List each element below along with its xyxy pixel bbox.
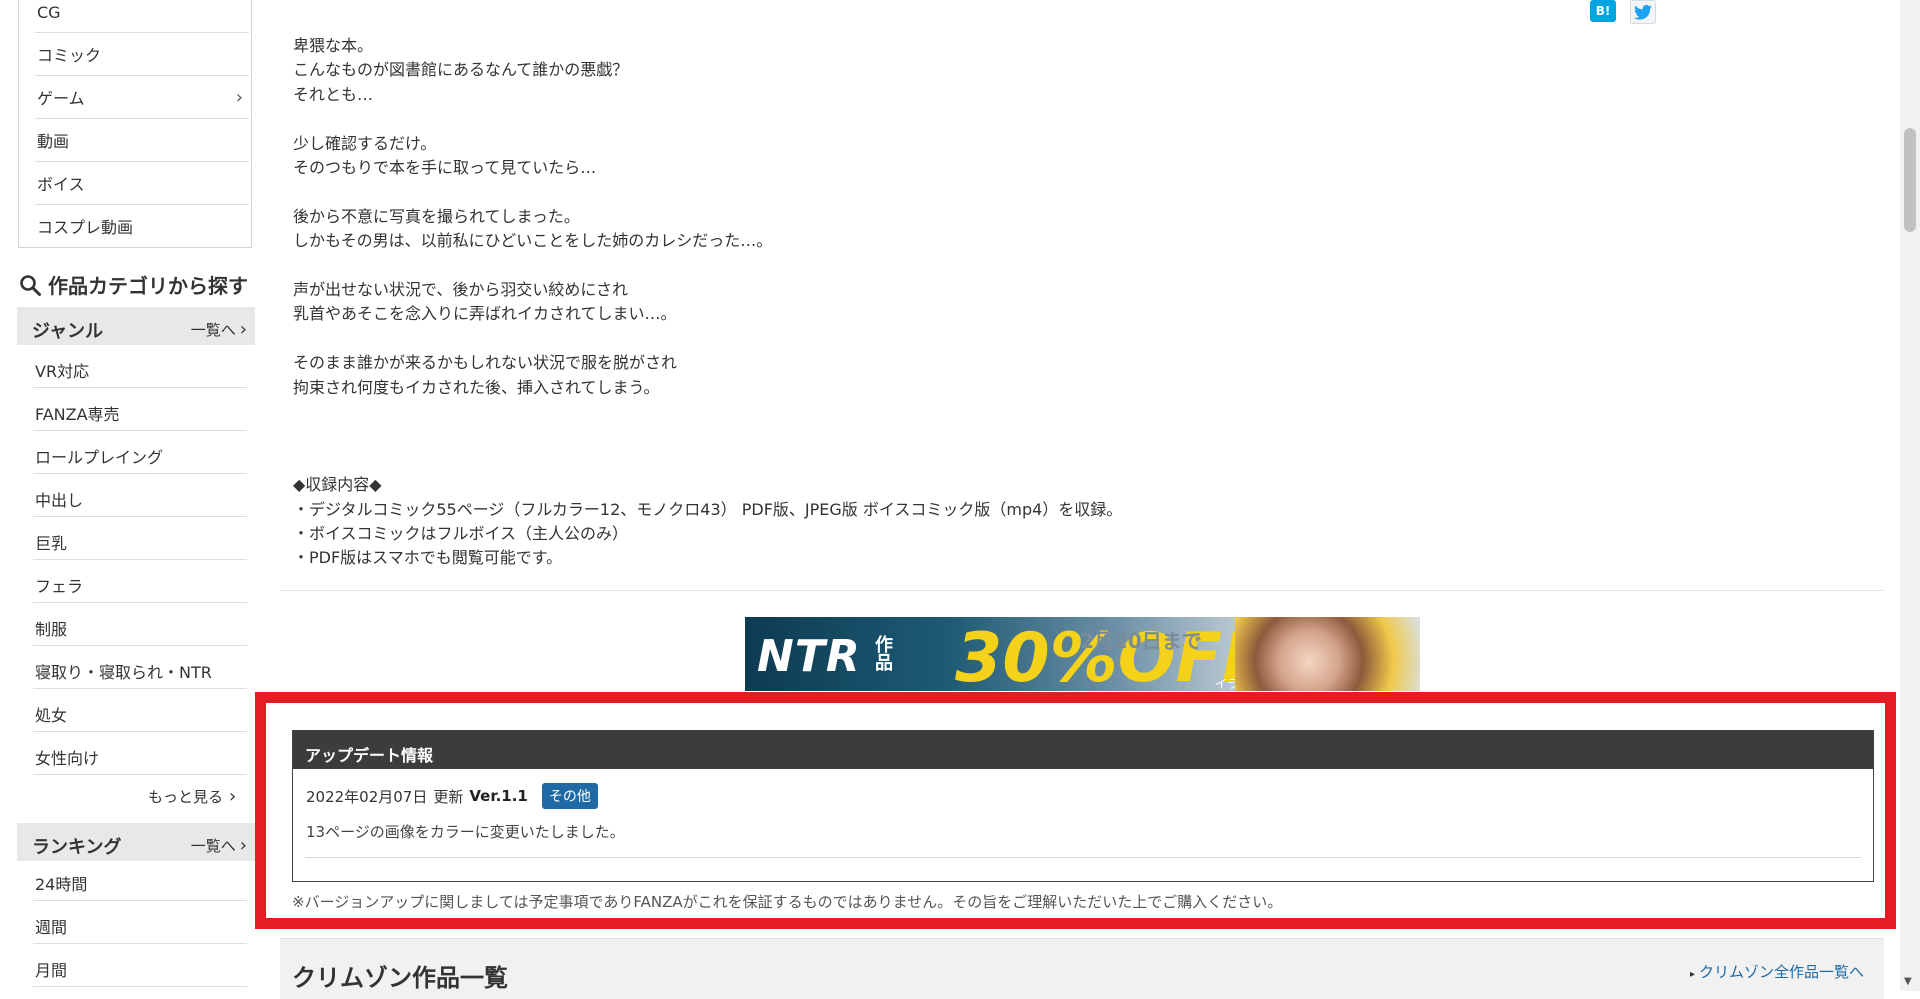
works-list-title: クリムゾン作品一覧 <box>292 964 508 992</box>
description-line: 拘束され何度もイカされた後、挿入されてしまう。 <box>293 377 660 397</box>
banner-illustration <box>1235 617 1420 691</box>
search-icon <box>20 274 41 296</box>
update-info-box: アップデート情報 2022年02月07日 更新 Ver.1.1 その他 13ペー… <box>292 730 1874 882</box>
genre-item[interactable]: 処女 <box>33 689 247 732</box>
divider <box>305 857 1861 858</box>
description-line: ・デジタルコミック55ページ（フルカラー12、モノクロ43） PDF版、JPEG… <box>293 499 1123 519</box>
chevron-right-icon: › <box>239 835 247 856</box>
ranking-header: ランキング 一覧へ › <box>17 823 255 861</box>
description-line: 少し確認するだけ。 <box>293 133 437 153</box>
genre-item[interactable]: 巨乳 <box>33 517 247 560</box>
genre-item[interactable]: 寝取り・寝取られ・NTR <box>33 646 247 689</box>
genre-item[interactable]: ロールプレイング <box>33 431 247 474</box>
twitter-icon[interactable] <box>1630 0 1656 24</box>
scrollbar-thumb[interactable] <box>1904 128 1916 232</box>
banner-sub-text: 作品 <box>872 635 893 671</box>
all-works-link-label: クリムゾン全作品一覧へ <box>1698 963 1864 981</box>
genre-item[interactable]: VR対応 <box>33 345 247 388</box>
description-line: 乳首やあそこを念入りに弄ばれイカされてしまい…。 <box>293 304 677 324</box>
description-line: こんなものが図書館にあるなんて誰かの悪戯？ <box>293 60 629 80</box>
genre-list: VR対応 FANZA専売 ロールプレイング 中出し 巨乳 フェラ 制服 寝取り・寝取られ・NT… <box>17 345 251 775</box>
floor-menu-item-label: 動画 <box>37 132 70 151</box>
update-tag: その他 <box>541 783 598 809</box>
genre-header: ジャンル 一覧へ › <box>17 307 255 345</box>
description-line: そのまま誰かが来るかもしれない状況で服を脱がされ <box>293 353 678 373</box>
update-label: 更新 <box>433 787 464 806</box>
floor-menu: CG コミックゲーム › 動画ボイスコスプレ動画 <box>18 0 252 248</box>
genre-item[interactable]: 女性向け <box>33 732 247 775</box>
floor-menu-item-label: CG <box>37 3 61 22</box>
works-list-header: クリムゾン作品一覧 ▸ クリムゾン全作品一覧へ <box>280 938 1884 999</box>
category-heading-text: 作品カテゴリから探す <box>48 274 248 298</box>
genre-item[interactable]: FANZA専売 <box>33 388 247 431</box>
ranking-list-link[interactable]: 一覧へ › <box>191 835 247 856</box>
floor-menu-item[interactable]: ゲーム › <box>35 76 249 119</box>
triangle-right-icon: ▸ <box>1689 969 1695 980</box>
floor-menu-item-label: ボイス <box>37 175 85 194</box>
update-date: 2022年02月07日 <box>306 787 428 806</box>
description-line: そのつもりで本を手に取って見ていたら… <box>293 158 597 177</box>
floor-menu-item-label: ゲーム <box>37 89 85 108</box>
scrollbar[interactable]: ▼ <box>1900 0 1920 991</box>
description-line: 声が出せない状況で、後から羽交い絞めにされ <box>293 280 629 299</box>
scroll-down-arrow-icon[interactable]: ▼ <box>1904 976 1912 987</box>
floor-menu-item[interactable]: 動画 <box>35 119 249 162</box>
description-line: ◆収録内容◆ <box>293 475 382 495</box>
genre-list-link-label: 一覧へ <box>190 321 236 339</box>
version-note: ※バージョンアップに関しましては予定事項でありFANZAがこれを保証するものでは… <box>292 893 1283 911</box>
see-more-link[interactable]: もっと見る › <box>148 786 236 807</box>
chevron-right-icon: › <box>239 319 247 340</box>
description-line: 卑猥な本。 <box>293 36 374 55</box>
description-line: ・ボイスコミックはフルボイス（主人公のみ） <box>293 524 629 543</box>
floor-menu-item[interactable]: CG <box>35 0 249 33</box>
banner-until: 2月20日まで <box>1080 629 1202 653</box>
genre-item[interactable]: フェラ <box>33 560 247 603</box>
update-info-title: アップデート情報 <box>293 731 1873 769</box>
floor-menu-item-label: コミック <box>37 46 102 65</box>
genre-list-link[interactable]: 一覧へ › <box>191 319 247 340</box>
all-works-link[interactable]: ▸ クリムゾン全作品一覧へ <box>1690 961 1864 982</box>
ranking-item[interactable]: 24時間 <box>33 858 247 901</box>
see-more-label: もっと見る <box>148 788 224 806</box>
chevron-right-icon: › <box>235 87 243 108</box>
sidebar: CG コミックゲーム › 動画ボイスコスプレ動画 作品カテゴリから探す ジャンル 一覧… <box>0 0 258 991</box>
share-buttons: B! <box>1590 0 1656 24</box>
description-line: しかもその男は、以前私にひどいことをした姉のカレシだった…。 <box>293 231 773 251</box>
description-line: 後から不意に写真を撮られてしまった。 <box>293 206 580 226</box>
ranking-title: ランキング <box>32 837 122 858</box>
genre-title: ジャンル <box>32 321 104 342</box>
sale-banner[interactable]: NTR 作品 30%OFF 2月20日まで イラスト： <box>745 617 1420 691</box>
genre-item[interactable]: 制服 <box>33 603 247 646</box>
ranking-list: 24時間 週間 月間 <box>17 858 251 987</box>
ranking-list-link-label: 一覧へ <box>190 837 236 855</box>
floor-menu-item-label: コスプレ動画 <box>37 218 134 237</box>
update-entry-header: 2022年02月07日 更新 Ver.1.1 その他 <box>306 783 598 809</box>
ranking-item[interactable]: 月間 <box>33 944 247 987</box>
update-version: Ver.1.1 <box>469 787 528 805</box>
hatena-bookmark-icon[interactable]: B! <box>1590 0 1616 22</box>
banner-ntr-text: NTR <box>757 631 861 682</box>
divider <box>280 590 1884 591</box>
floor-menu-item[interactable]: コミック <box>35 33 249 76</box>
category-heading: 作品カテゴリから探す <box>18 270 248 299</box>
floor-menu-item[interactable]: ボイス <box>35 162 249 205</box>
ranking-item[interactable]: 週間 <box>33 901 247 944</box>
description-line: それとも… <box>293 84 374 104</box>
genre-item[interactable]: 中出し <box>33 474 247 517</box>
chevron-right-icon: › <box>229 786 237 807</box>
update-body: 13ページの画像をカラーに変更いたしました。 <box>306 823 625 841</box>
floor-menu-item[interactable]: コスプレ動画 <box>35 205 249 248</box>
description-line: ・PDF版はスマホでも閲覧可能です。 <box>293 548 563 568</box>
